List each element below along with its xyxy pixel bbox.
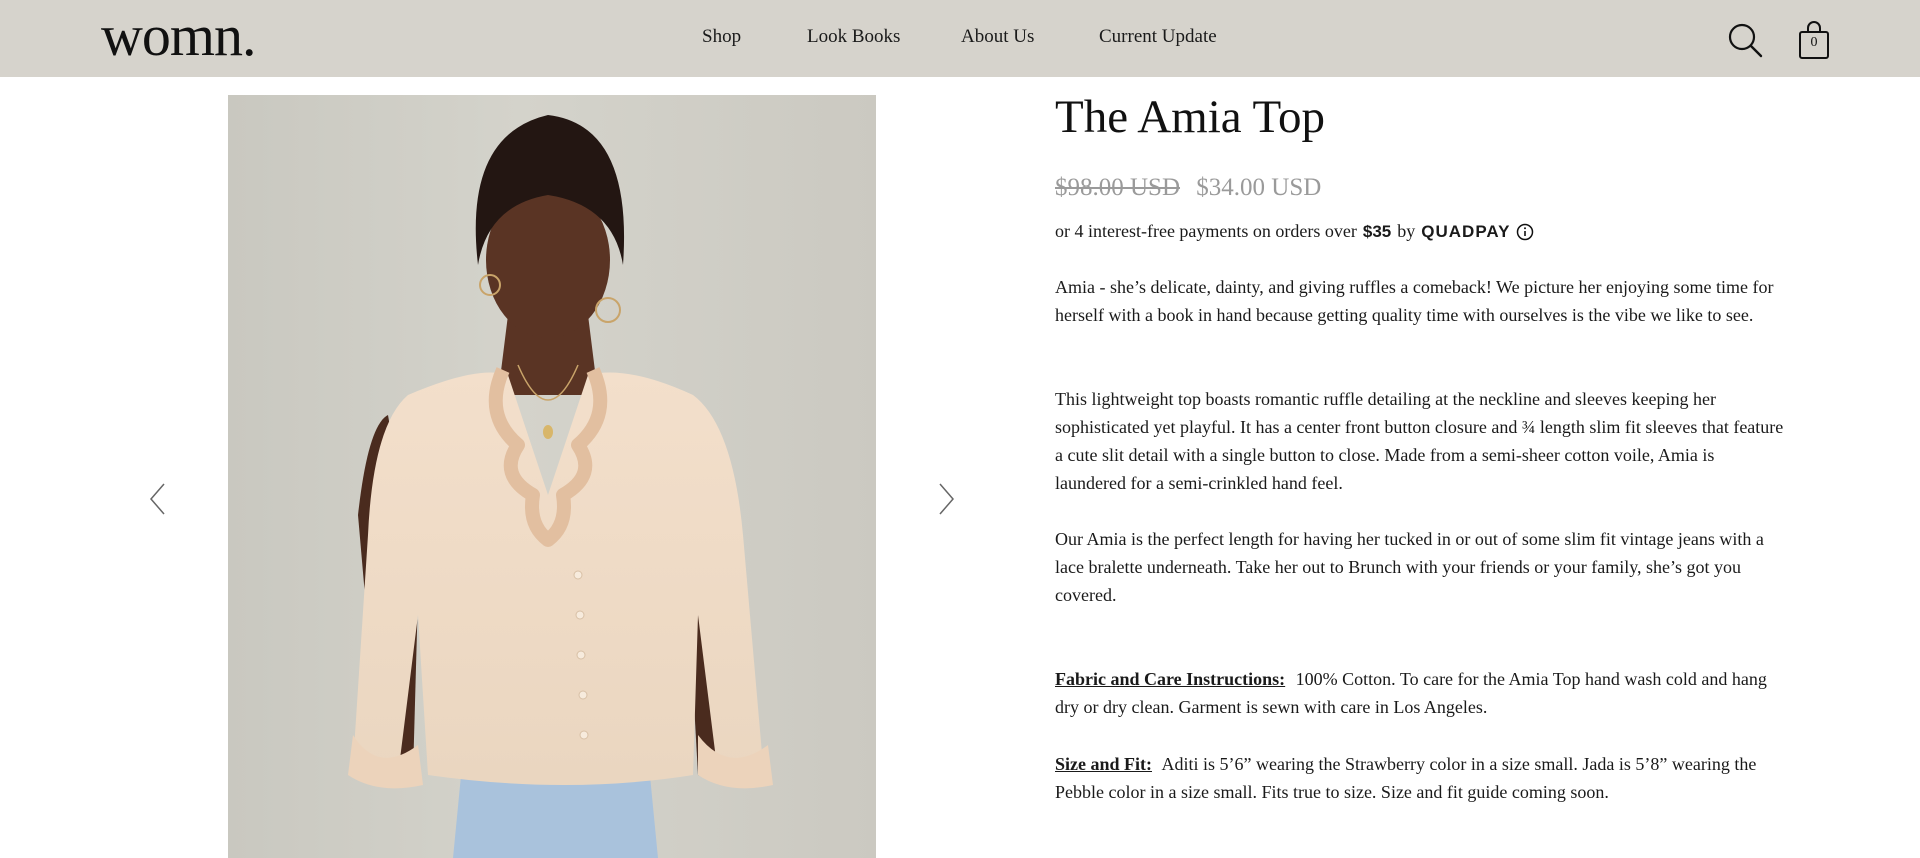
size-fit-label: Size and Fit: [1055,754,1152,774]
nav-look-books[interactable]: Look Books [807,26,900,48]
cart-button[interactable]: 0 [1798,20,1830,60]
quadpay-logo[interactable]: QUADPAY [1421,222,1510,242]
quadpay-by: by [1397,221,1416,241]
sale-price: $34.00 USD [1196,174,1322,201]
quadpay-amount: $35 [1362,221,1392,241]
model-photo [348,115,773,858]
nav-about-us[interactable]: About Us [961,26,1034,48]
price-row: $98.00 USD $34.00 USD [1055,174,1321,202]
chevron-left-icon[interactable] [147,482,169,516]
size-fit-text: Aditi is 5’6” wearing the Strawberry col… [1055,754,1757,802]
description-paragraph-1: Amia - she’s delicate, dainty, and givin… [1055,277,1774,325]
search-icon[interactable] [1727,22,1763,58]
description-paragraph-2: This lightweight top boasts romantic ruf… [1055,389,1784,493]
product-image [228,95,876,858]
description-paragraph-3: Our Amia is the perfect length for havin… [1055,529,1764,605]
main-nav: Shop Look Books About Us Current Update [0,0,1920,77]
quadpay-prefix: or 4 interest-free payments on orders ov… [1055,221,1357,241]
nav-shop[interactable]: Shop [702,26,741,48]
site-header: womn. Shop Look Books About Us Current U… [0,0,1920,77]
chevron-right-icon[interactable] [935,482,957,516]
nav-current-update[interactable]: Current Update [1099,26,1217,48]
fabric-care: Fabric and Care Instructions: 100% Cotto… [1055,665,1785,721]
original-price: $98.00 USD [1055,174,1181,201]
fabric-care-label: Fabric and Care Instructions: [1055,669,1286,689]
size-fit: Size and Fit: Aditi is 5’6” wearing the … [1055,750,1785,806]
cart-count: 0 [1810,35,1818,50]
product-title: The Amia Top [1055,91,1325,143]
info-icon[interactable] [1516,223,1534,241]
quadpay-message: or 4 interest-free payments on orders ov… [1055,221,1534,242]
